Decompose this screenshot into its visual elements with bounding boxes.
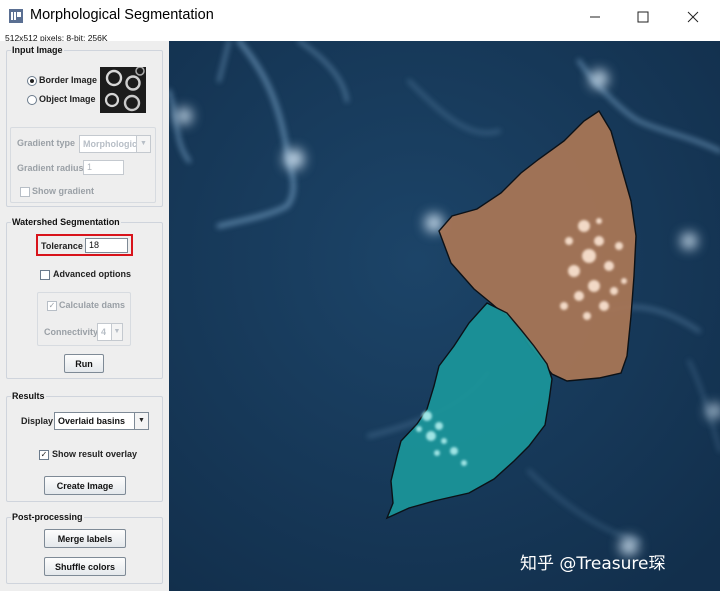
results-title: Results xyxy=(11,391,46,401)
title-bar: Morphological Segmentation xyxy=(0,0,720,33)
post-processing-group: Post-processing Merge labels Shuffle col… xyxy=(6,512,163,584)
minimize-button[interactable] xyxy=(572,0,618,33)
show-overlay-checkbox[interactable]: ✓ xyxy=(39,450,49,460)
merge-labels-button[interactable]: Merge labels xyxy=(44,529,126,548)
tolerance-field[interactable]: 18 xyxy=(85,238,128,253)
advanced-options-checkbox[interactable] xyxy=(40,270,50,280)
imagej-app-icon xyxy=(9,9,23,23)
minimize-icon xyxy=(590,16,600,17)
gradient-radius-label: Gradient radius xyxy=(17,163,84,173)
gradient-options-box: Gradient type Morphological ▼ Gradient r… xyxy=(10,127,156,203)
show-gradient-label: Show gradient xyxy=(32,186,95,196)
border-image-label[interactable]: Border Image xyxy=(39,75,97,85)
input-image-title: Input Image xyxy=(11,45,64,55)
object-image-label[interactable]: Object Image xyxy=(39,94,96,104)
connectivity-value: 4 xyxy=(101,327,107,337)
close-button[interactable] xyxy=(670,0,716,33)
maximize-icon xyxy=(637,11,649,22)
post-processing-title: Post-processing xyxy=(11,512,84,522)
display-value: Overlaid basins xyxy=(58,416,126,426)
window-title: Morphological Segmentation xyxy=(30,7,214,23)
connectivity-select: 4 ▼ xyxy=(97,323,123,341)
image-canvas[interactable]: 知乎 @Treasure琛 xyxy=(169,41,720,591)
gradient-type-select: Morphological ▼ xyxy=(79,135,151,153)
advanced-options-label[interactable]: Advanced options xyxy=(53,269,131,279)
watershed-group: Watershed Segmentation Tolerance 18 Adva… xyxy=(6,217,163,379)
input-image-thumbnail xyxy=(100,67,146,113)
show-gradient-checkbox xyxy=(20,187,30,197)
border-image-radio[interactable] xyxy=(27,76,37,86)
gradient-type-label: Gradient type xyxy=(17,138,76,148)
maximize-button[interactable] xyxy=(620,0,666,33)
calculate-dams-label: Calculate dams xyxy=(59,300,126,310)
chevron-down-icon: ▼ xyxy=(134,413,148,429)
image-background xyxy=(169,41,720,591)
run-button[interactable]: Run xyxy=(64,354,104,373)
connectivity-label: Connectivity xyxy=(44,327,99,337)
advanced-options-box: ✓ Calculate dams Connectivity 4 ▼ xyxy=(37,292,131,346)
control-panel: Input Image Border Image Object Image Gr… xyxy=(0,41,169,591)
tolerance-label: Tolerance xyxy=(41,241,83,251)
results-group: Results Display Overlaid basins ▼ ✓ Show… xyxy=(6,391,163,502)
watershed-title: Watershed Segmentation xyxy=(11,217,121,227)
shuffle-colors-button[interactable]: Shuffle colors xyxy=(44,557,126,576)
watermark-text: 知乎 @Treasure琛 xyxy=(520,554,666,574)
chevron-down-icon: ▼ xyxy=(111,324,122,340)
gradient-radius-field: 1 xyxy=(83,160,124,175)
close-icon xyxy=(687,11,699,22)
create-image-button[interactable]: Create Image xyxy=(44,476,126,495)
input-image-group: Input Image Border Image Object Image Gr… xyxy=(6,45,163,207)
segmentation-image xyxy=(169,41,720,591)
display-select[interactable]: Overlaid basins ▼ xyxy=(54,412,149,430)
display-label: Display xyxy=(21,416,54,426)
show-overlay-label[interactable]: Show result overlay xyxy=(52,449,137,459)
chevron-down-icon: ▼ xyxy=(136,136,150,152)
object-image-radio[interactable] xyxy=(27,95,37,105)
calculate-dams-checkbox: ✓ xyxy=(47,301,57,311)
